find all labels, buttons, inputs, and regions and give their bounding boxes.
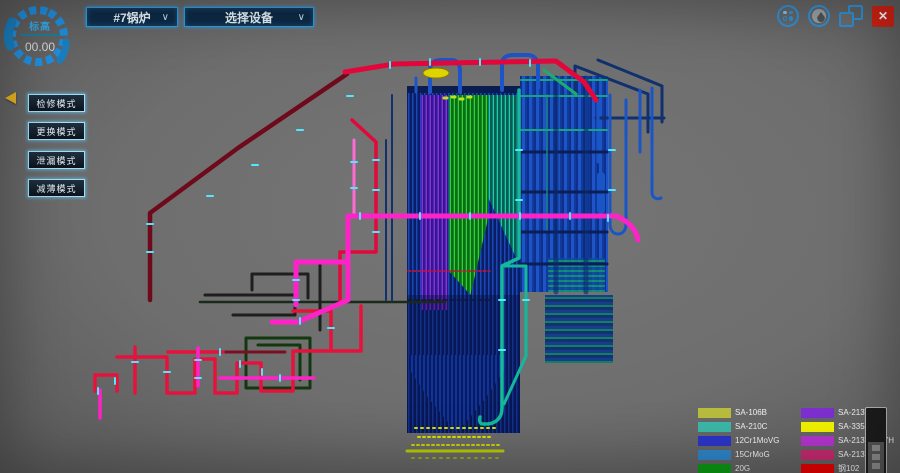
legend-column-1: SA-106B SA-210C 12Cr1MoVG 15CrMoG 20G <box>698 407 797 473</box>
boiler-select-dropdown[interactable]: #7锅炉 ∨ <box>86 7 178 27</box>
legend-item: 15CrMoG <box>698 449 797 460</box>
color-swatch <box>801 408 834 418</box>
elevation-gauge: 标高 00.00 <box>0 2 80 74</box>
boiler-select-value: #7锅炉 <box>113 9 150 26</box>
legend-item: SA-106B <box>698 407 797 418</box>
legend-item: SA-210C <box>698 421 797 432</box>
gauge-value: 00.00 <box>0 40 80 54</box>
grid-icon <box>783 11 793 21</box>
windows-button[interactable] <box>839 5 863 27</box>
mode-button-replace[interactable]: 更换模式 <box>28 122 85 140</box>
legend-item: 20G <box>698 463 797 473</box>
color-swatch <box>698 408 731 418</box>
material-label: 20G <box>735 464 797 473</box>
3d-viewport[interactable] <box>0 0 900 473</box>
close-button[interactable]: ✕ <box>872 6 894 27</box>
mode-button-leak[interactable]: 泄漏模式 <box>28 151 85 169</box>
legend-scrollbar-handle[interactable] <box>868 442 884 473</box>
app-window: 标高 00.00 #7锅炉 ∨ 选择设备 ∨ ✕ 检修模式 更换模式 <box>0 0 900 473</box>
material-label: 12Cr1MoVG <box>735 436 797 445</box>
gauge-label: 标高 <box>0 18 80 33</box>
window-controls: ✕ <box>777 5 894 27</box>
gauge-ring-icon <box>0 2 80 74</box>
material-label: 15CrMoG <box>735 450 797 459</box>
chevron-down-icon: ∨ <box>162 12 169 23</box>
color-swatch <box>698 422 731 432</box>
color-swatch <box>801 450 834 460</box>
legend-item: 12Cr1MoVG <box>698 435 797 446</box>
collapse-panel-arrow-icon[interactable] <box>5 92 16 104</box>
material-label: SA-210C <box>735 422 797 431</box>
home-icon <box>812 9 826 23</box>
boiler-piping-overlay <box>0 0 900 473</box>
close-icon: ✕ <box>878 9 888 23</box>
legend-scrollbar[interactable] <box>865 407 887 473</box>
device-select-dropdown[interactable]: 选择设备 ∨ <box>184 7 314 27</box>
color-swatch <box>698 436 731 446</box>
color-swatch <box>698 450 731 460</box>
color-swatch <box>698 464 731 473</box>
mode-button-overhaul[interactable]: 检修模式 <box>28 94 85 112</box>
color-swatch <box>801 464 834 473</box>
color-swatch <box>801 422 834 432</box>
material-label: SA-106B <box>735 408 797 417</box>
color-swatch <box>801 436 834 446</box>
mode-button-thinning[interactable]: 减薄模式 <box>28 179 85 197</box>
layout-grid-button[interactable] <box>777 5 799 27</box>
gauge-divider <box>20 34 60 36</box>
device-select-value: 选择设备 <box>225 9 273 26</box>
chevron-down-icon: ∨ <box>298 12 305 23</box>
home-view-button[interactable] <box>808 5 830 27</box>
